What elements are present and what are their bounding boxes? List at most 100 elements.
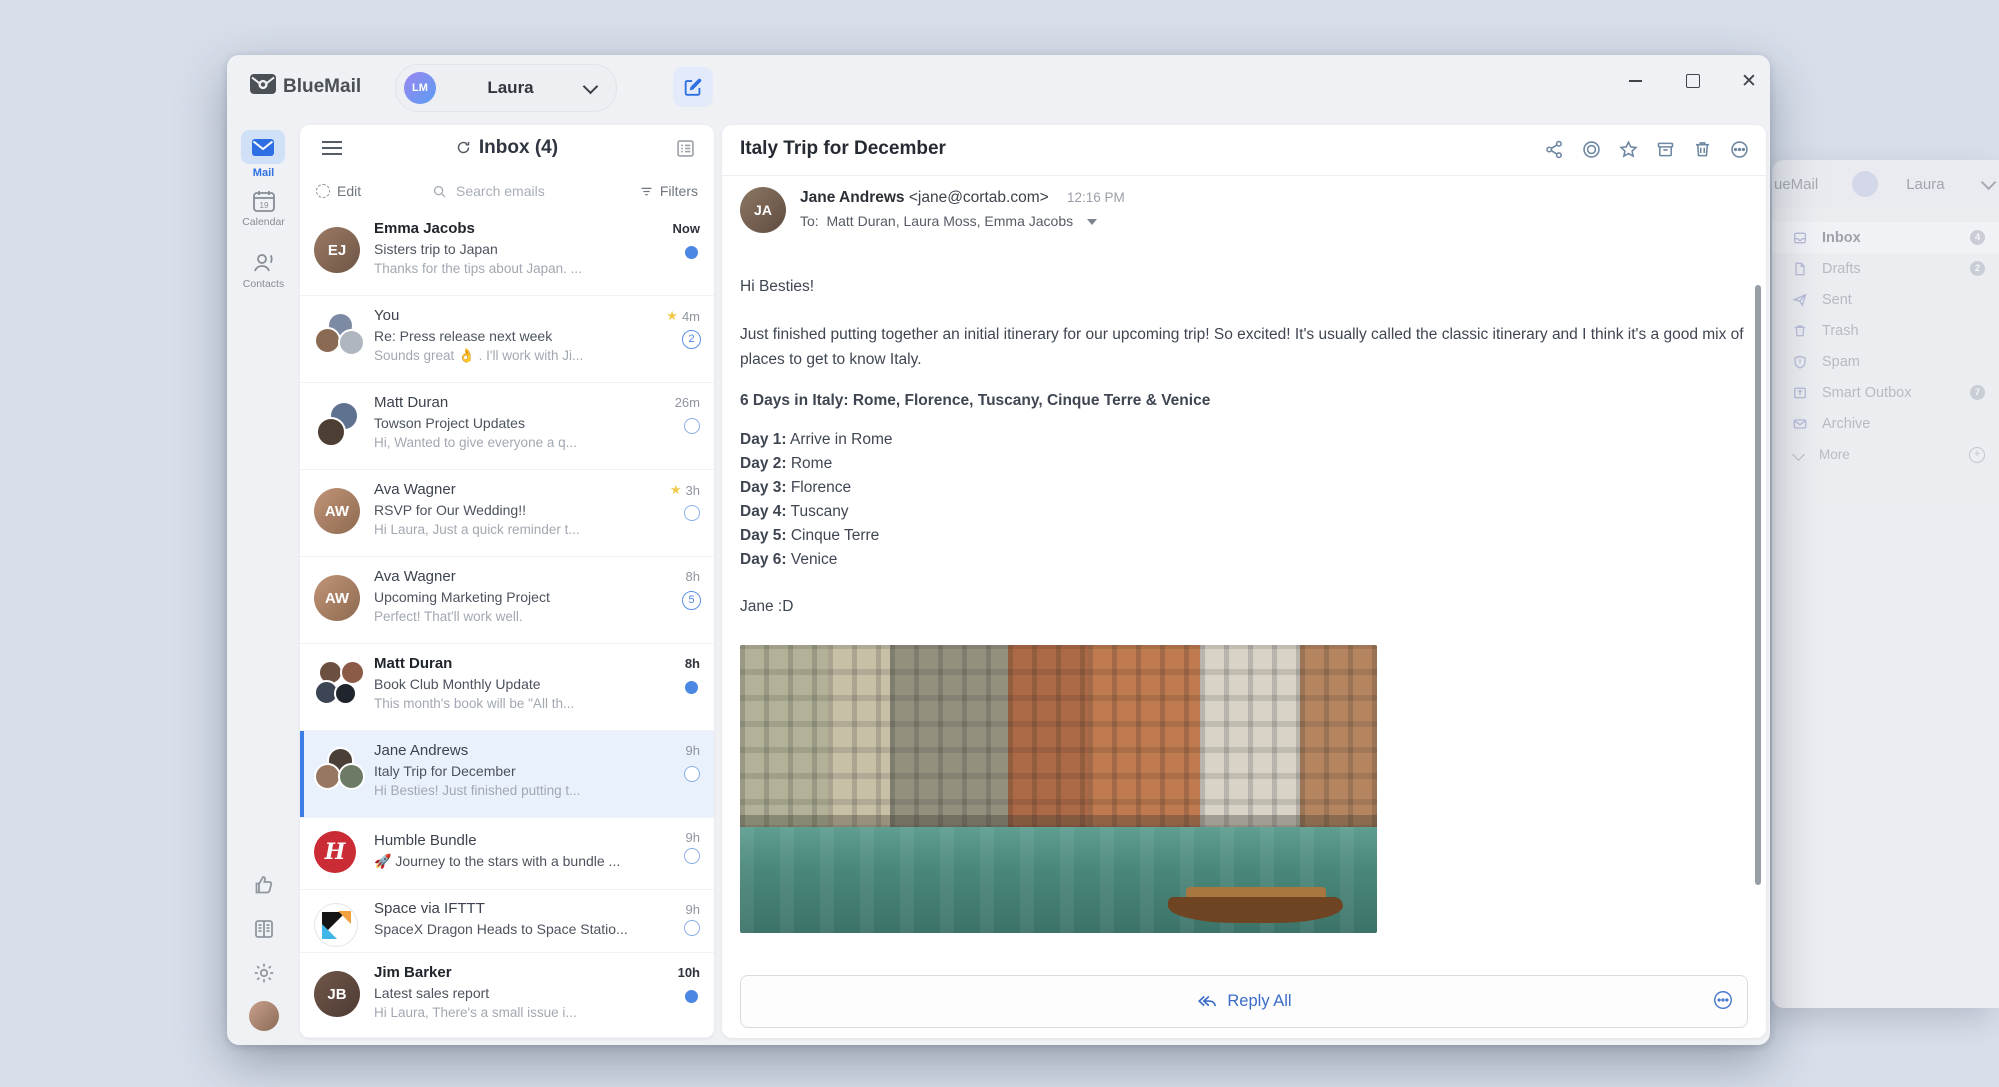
list-subheader: Edit Filters bbox=[300, 173, 714, 210]
avatar: EJ bbox=[314, 227, 360, 273]
folder-item-more[interactable]: More + bbox=[1772, 439, 1999, 470]
search-input[interactable] bbox=[454, 182, 568, 200]
email-row[interactable]: EJ Emma Jacobs Sisters trip to Japan Tha… bbox=[300, 209, 714, 296]
reader-header: Italy Trip for December bbox=[722, 125, 1766, 176]
email-time: 12:16 PM bbox=[1067, 190, 1125, 205]
itinerary-day: Day 6: Venice bbox=[740, 548, 1748, 572]
archive-icon bbox=[1792, 416, 1808, 432]
edit-button[interactable]: Edit bbox=[316, 183, 361, 199]
sidebar-item-calendar[interactable]: 19 Calendar bbox=[227, 188, 300, 228]
minimize-button[interactable] bbox=[1617, 65, 1653, 97]
folder-sidebar: Inbox 4 Drafts 2 Sent Trash Spam bbox=[1772, 208, 1999, 1008]
filters-button[interactable]: Filters bbox=[639, 183, 698, 199]
unread-dot bbox=[685, 246, 698, 259]
right-window-titlebar: ueMail Laura bbox=[1772, 160, 1999, 208]
sent-icon bbox=[1792, 292, 1808, 308]
star-icon[interactable] bbox=[666, 308, 678, 324]
mark-unread-icon[interactable] bbox=[1581, 139, 1602, 160]
star-icon[interactable] bbox=[1618, 139, 1639, 160]
maximize-button[interactable] bbox=[1675, 65, 1711, 97]
read-circle[interactable] bbox=[684, 848, 700, 864]
svg-text:19: 19 bbox=[259, 201, 268, 210]
email-row-selected[interactable]: Jane Andrews Italy Trip for December Hi … bbox=[300, 731, 714, 818]
venice-canal-photo bbox=[740, 645, 1377, 933]
chevron-down-icon[interactable] bbox=[1980, 174, 1996, 190]
book-icon bbox=[252, 917, 276, 941]
search-bar[interactable] bbox=[361, 182, 639, 200]
reading-mode-button[interactable] bbox=[227, 917, 300, 941]
folder-item-trash[interactable]: Trash bbox=[1772, 315, 1999, 346]
chevron-down-icon bbox=[1792, 448, 1805, 461]
compose-icon bbox=[682, 76, 704, 98]
email-subject: Italy Trip for December bbox=[740, 138, 946, 160]
unread-dot bbox=[685, 681, 698, 694]
account-switcher[interactable]: LM Laura bbox=[395, 64, 617, 112]
star-icon[interactable] bbox=[670, 482, 682, 498]
archive-icon[interactable] bbox=[1655, 139, 1676, 160]
email-row[interactable]: You Re: Press release next week Sounds g… bbox=[300, 296, 714, 383]
sidebar-item-mail[interactable] bbox=[241, 130, 285, 164]
refresh-icon[interactable] bbox=[456, 140, 471, 155]
sidebar-label-mail: Mail bbox=[227, 167, 300, 179]
folder-item-smart-outbox[interactable]: Smart Outbox 7 bbox=[1772, 377, 1999, 408]
ifttt-logo bbox=[314, 903, 358, 947]
itinerary-day: Day 2: Rome bbox=[740, 452, 1748, 476]
share-icon[interactable] bbox=[1544, 139, 1565, 160]
compose-button[interactable] bbox=[673, 67, 713, 107]
avatar-group bbox=[314, 747, 366, 799]
read-circle[interactable] bbox=[684, 766, 700, 782]
app-title-fragment: ueMail bbox=[1774, 176, 1818, 193]
avatar bbox=[249, 1001, 279, 1031]
email-row[interactable]: H Humble Bundle 🚀 Journey to the stars w… bbox=[300, 818, 714, 890]
folder-item-spam[interactable]: Spam bbox=[1772, 346, 1999, 377]
email-row[interactable]: JB Jim Barker Latest sales report Hi Lau… bbox=[300, 953, 714, 1038]
email-row[interactable]: Matt Duran Book Club Monthly Update This… bbox=[300, 644, 714, 731]
reader-scrollbar[interactable] bbox=[1755, 285, 1761, 885]
read-circle[interactable] bbox=[684, 920, 700, 936]
more-options-icon[interactable] bbox=[1729, 139, 1750, 160]
close-button[interactable]: ✕ bbox=[1731, 65, 1767, 97]
body-greeting: Hi Besties! bbox=[740, 275, 1748, 299]
user-avatar[interactable] bbox=[227, 1001, 300, 1031]
add-folder-icon[interactable]: + bbox=[1969, 447, 1985, 463]
folder-item-sent[interactable]: Sent bbox=[1772, 284, 1999, 315]
spam-icon bbox=[1792, 354, 1808, 370]
reply-all-button[interactable]: Reply All bbox=[740, 975, 1748, 1028]
sender-line: Jane Andrews <jane@cortab.com> 12:16 PM bbox=[800, 189, 1125, 207]
account-name: Laura bbox=[1906, 176, 1944, 193]
outbox-icon bbox=[1792, 385, 1808, 401]
folder-item-inbox[interactable]: Inbox 4 bbox=[1772, 222, 1999, 253]
chevron-down-icon[interactable] bbox=[1087, 219, 1097, 225]
folder-item-drafts[interactable]: Drafts 2 bbox=[1772, 253, 1999, 284]
thread-count-badge: 2 bbox=[682, 330, 701, 349]
email-row[interactable]: Matt Duran Towson Project Updates Hi, Wa… bbox=[300, 383, 714, 470]
bluemail-window: BlueMail LM Laura ✕ Mail 19 Calendar Con… bbox=[227, 55, 1770, 1045]
email-list-pane: Inbox (4) Edit Filters EJ Emma Jacobs Si… bbox=[300, 125, 714, 1038]
folder-badge: 7 bbox=[1970, 385, 1985, 400]
sender-name: Jane Andrews bbox=[800, 189, 905, 206]
itinerary-day: Day 5: Cinque Terre bbox=[740, 524, 1748, 548]
filter-icon bbox=[639, 184, 654, 199]
background-window-right[interactable]: ueMail Laura Inbox 4 Drafts 2 Sent Tr bbox=[1772, 160, 1999, 1008]
feedback-button[interactable] bbox=[227, 873, 300, 897]
recipients-line[interactable]: To: Matt Duran, Laura Moss, Emma Jacobs bbox=[800, 213, 1125, 229]
folder-badge: 2 bbox=[1970, 261, 1985, 276]
inbox-icon bbox=[1792, 230, 1808, 246]
trash-icon[interactable] bbox=[1692, 139, 1713, 160]
read-circle[interactable] bbox=[684, 505, 700, 521]
contacts-icon bbox=[251, 250, 277, 276]
view-toggle-button[interactable] bbox=[675, 138, 696, 159]
itinerary-day: Day 3: Florence bbox=[740, 476, 1748, 500]
body-paragraph: Just finished putting together an initia… bbox=[740, 322, 1748, 372]
folder-item-archive[interactable]: Archive bbox=[1772, 408, 1999, 439]
drafts-icon bbox=[1792, 261, 1808, 277]
thread-count-badge: 5 bbox=[682, 591, 701, 610]
email-list: EJ Emma Jacobs Sisters trip to Japan Tha… bbox=[300, 209, 714, 1038]
reply-options-icon[interactable] bbox=[1712, 989, 1734, 1011]
email-row[interactable]: AW Ava Wagner RSVP for Our Wedding!! Hi … bbox=[300, 470, 714, 557]
sidebar-item-contacts[interactable]: Contacts bbox=[227, 250, 300, 290]
settings-button[interactable] bbox=[227, 961, 300, 985]
email-row[interactable]: AW Ava Wagner Upcoming Marketing Project… bbox=[300, 557, 714, 644]
read-circle[interactable] bbox=[684, 418, 700, 434]
email-row[interactable]: Space via IFTTT SpaceX Dragon Heads to S… bbox=[300, 890, 714, 953]
